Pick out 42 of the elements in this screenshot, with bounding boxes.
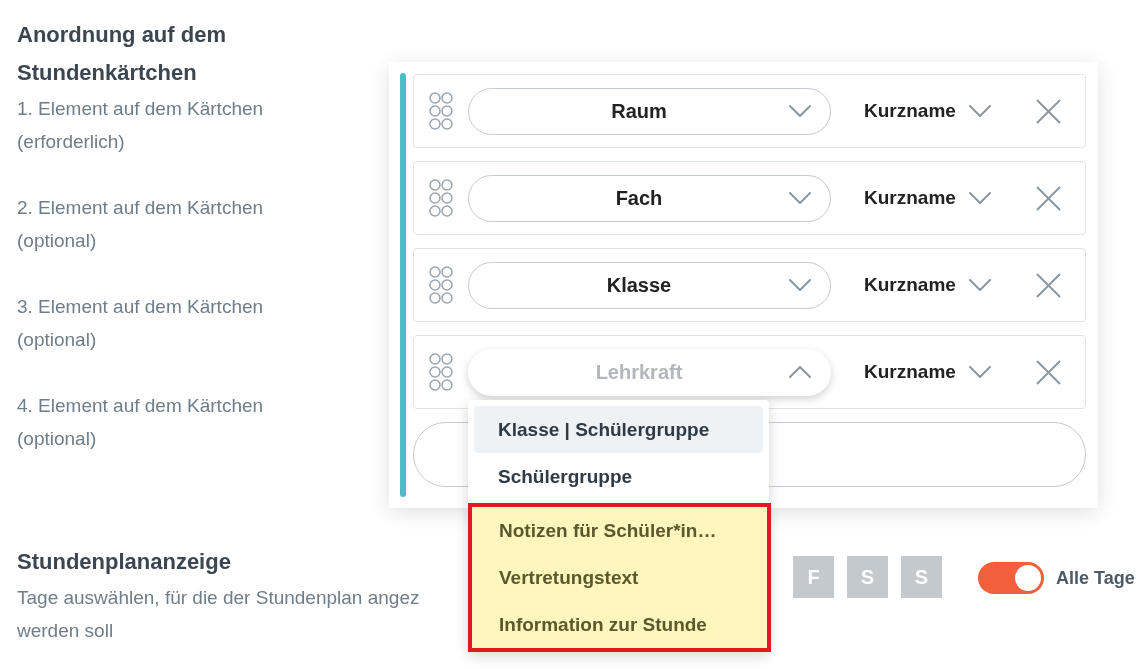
chevron-down-icon <box>789 192 811 204</box>
remove-button[interactable] <box>1036 359 1061 385</box>
drag-handle-icon[interactable] <box>429 266 453 304</box>
section-description: werden soll <box>17 619 114 643</box>
chevron-down-icon <box>789 105 811 117</box>
element-label: 4. Element auf dem Kärtchen (optional) <box>17 394 265 451</box>
dropdown-option[interactable]: Klasse | Schülergruppe <box>474 405 763 453</box>
section-description: Tage auswählen, für die der Stundenplan angez <box>17 586 420 610</box>
element-select[interactable]: Raum <box>468 87 831 135</box>
chevron-down-icon <box>968 279 991 291</box>
toggle-label: Alle Tage <box>1056 567 1135 589</box>
drag-handle-icon[interactable] <box>429 179 453 217</box>
dropdown-option[interactable]: Schülergruppe <box>474 452 763 500</box>
element-select[interactable]: Klasse <box>468 261 831 309</box>
chevron-down-icon <box>968 105 991 117</box>
dropdown-option[interactable]: Notizen für Schüler*in… <box>472 506 767 554</box>
drag-handle-icon[interactable] <box>429 92 453 130</box>
chevron-down-icon <box>968 366 991 378</box>
element-select[interactable]: Fach <box>468 174 831 222</box>
close-icon <box>1036 272 1061 298</box>
close-icon <box>1036 98 1061 124</box>
section-heading: Anordnung auf dem Stundenkärtchen <box>17 21 227 87</box>
format-select[interactable]: Kurzname <box>864 274 991 296</box>
close-icon <box>1036 185 1061 211</box>
dropdown-option[interactable]: Information zur Stunde <box>472 600 767 648</box>
element-label: 2. Element auf dem Kärtchen (optional) <box>17 196 265 253</box>
format-select[interactable]: Kurzname <box>864 100 991 122</box>
remove-button[interactable] <box>1036 272 1061 298</box>
format-select[interactable]: Kurzname <box>864 187 991 209</box>
remove-button[interactable] <box>1036 185 1061 211</box>
close-icon <box>1036 359 1061 385</box>
dropdown-option[interactable]: Vertretungstext <box>472 553 767 601</box>
chevron-down-icon <box>789 279 811 291</box>
section-heading: Stundenplananzeige <box>17 548 231 576</box>
element-label: 1. Element auf dem Kärtchen (erforderlich) <box>17 97 265 154</box>
chevron-up-icon <box>789 366 811 378</box>
chevron-down-icon <box>968 192 991 204</box>
toggle-switch[interactable] <box>978 562 1044 594</box>
format-select[interactable]: Kurzname <box>864 361 991 383</box>
drag-handle-icon[interactable] <box>429 353 453 391</box>
remove-button[interactable] <box>1036 98 1061 124</box>
element-label: 3. Element auf dem Kärtchen (optional) <box>17 295 265 352</box>
